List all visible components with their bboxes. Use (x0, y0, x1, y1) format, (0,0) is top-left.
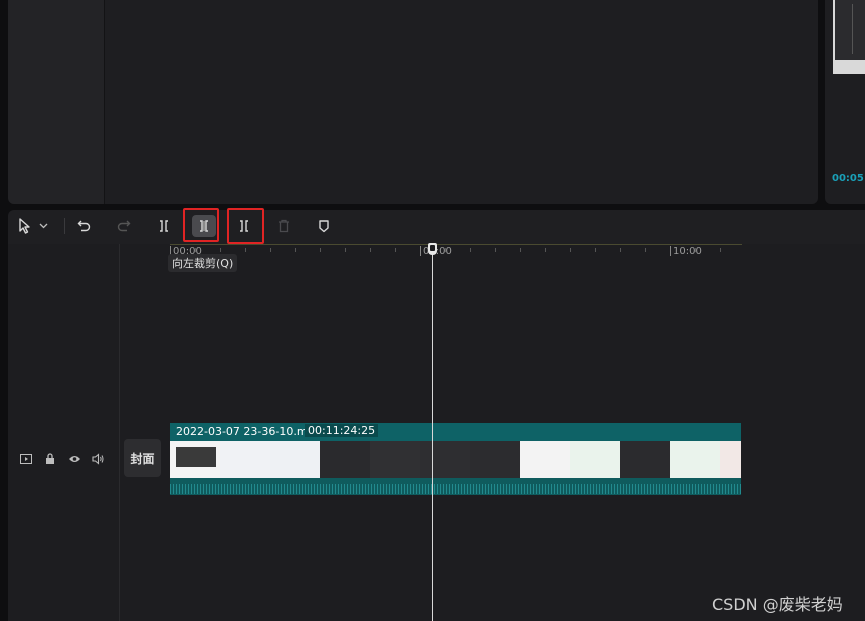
chevron-down-icon[interactable] (36, 215, 50, 237)
ruler-minor-tick (370, 248, 371, 252)
ruler-baseline (170, 244, 742, 245)
cover-button[interactable]: 封面 (124, 439, 161, 477)
ruler-minor-tick (295, 248, 296, 252)
clip-duration: 00:11:24:25 (305, 424, 379, 437)
highlight-box-trim-right (227, 208, 264, 244)
redo-icon[interactable] (113, 215, 135, 237)
ruler-major-tick (670, 246, 671, 256)
audio-icon[interactable] (91, 452, 105, 466)
ruler-minor-tick (545, 248, 546, 252)
pointer-icon[interactable] (14, 215, 36, 237)
preview-time: 00:05: (832, 173, 865, 184)
ruler-minor-tick (520, 248, 521, 252)
marker-icon[interactable] (313, 215, 335, 237)
timeline-toolbar (8, 210, 865, 244)
ruler-minor-tick (570, 248, 571, 252)
watermark: CSDN @废柴老妈 (712, 595, 843, 614)
media-panel (8, 0, 104, 204)
thumbnail-frame (270, 441, 320, 478)
track-header-column (8, 244, 119, 621)
thumbnail-frame (170, 441, 220, 478)
delete-icon[interactable] (273, 215, 295, 237)
ruler-minor-tick (245, 248, 246, 252)
thumbnail-frame (470, 441, 520, 478)
toolbar-separator (64, 218, 65, 234)
thumbnail-frame (620, 441, 670, 478)
playhead-handle-inner (430, 245, 435, 251)
thumbnail-frame (320, 441, 370, 478)
thumbnail-frame (570, 441, 620, 478)
tooltip: 向左裁剪(Q) (168, 254, 238, 272)
ruler-minor-tick (620, 248, 621, 252)
ruler-label: 10:00 (673, 246, 702, 257)
ruler-minor-tick (220, 248, 221, 252)
ruler-major-tick (420, 246, 421, 256)
preview-thumbnail-line (852, 4, 853, 54)
eye-icon[interactable] (67, 452, 81, 466)
thumbnail-frame (670, 441, 720, 478)
ruler-minor-tick (320, 248, 321, 252)
ruler-minor-tick (345, 248, 346, 252)
thumbnail-frame (520, 441, 570, 478)
track-header-divider (119, 244, 120, 621)
ruler-minor-tick (720, 248, 721, 252)
preview-panel (105, 0, 818, 204)
clip-name: 2022-03-07 23-36-10.mkv (176, 425, 321, 438)
lock-icon[interactable] (43, 452, 57, 466)
thumbnail-frame (720, 441, 741, 478)
clip-thumbnails (170, 441, 741, 478)
playhead-line (432, 252, 433, 621)
ruler-minor-tick (395, 248, 396, 252)
audio-waveform (170, 484, 741, 494)
highlight-box-trim-left (183, 208, 219, 242)
ruler-minor-tick (270, 248, 271, 252)
ruler-minor-tick (495, 248, 496, 252)
undo-icon[interactable] (73, 215, 95, 237)
split-icon[interactable] (153, 215, 175, 237)
ruler-minor-tick (645, 248, 646, 252)
video-track-icon[interactable] (19, 452, 33, 466)
ruler-minor-tick (470, 248, 471, 252)
thumbnail-frame (220, 441, 270, 478)
thumbnail-frame (420, 441, 470, 478)
ruler-minor-tick (595, 248, 596, 252)
thumbnail-frame (370, 441, 420, 478)
preview-thumbnail-content (835, 0, 865, 60)
